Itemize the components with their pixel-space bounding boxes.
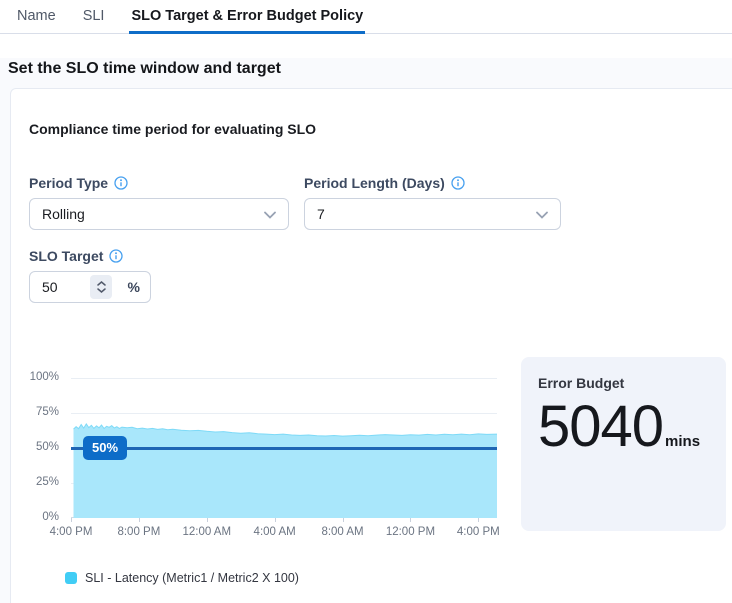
period-type-value: Rolling [42,206,85,222]
tab-bar: Name SLI SLO Target & Error Budget Polic… [0,0,732,34]
period-length-value: 7 [317,206,325,222]
quantity-stepper[interactable] [90,275,112,299]
x-axis-label: 4:00 PM [457,526,500,538]
y-axis-label: 100% [30,371,59,383]
info-icon[interactable] [114,176,128,190]
x-axis-tick [410,518,411,522]
tab-slo-target-error-budget[interactable]: SLO Target & Error Budget Policy [131,0,363,33]
x-axis-label: 12:00 PM [386,526,435,538]
legend-label: SLI - Latency (Metric1 / Metric2 X 100) [85,571,299,585]
period-type-label-row: Period Type [29,175,289,191]
preview-row: 0%25%50%75%100% 50% 4:00 PM8:00 PM12:00 … [29,357,732,585]
period-type-select[interactable]: Rolling [29,198,289,230]
x-axis-tick [275,518,276,522]
page-title: Set the SLO time window and target [8,58,732,80]
chevron-down-icon [264,206,276,222]
x-axis-label: 8:00 PM [117,526,160,538]
chevron-down-icon [536,206,548,222]
error-budget-value: 5040 [538,393,663,460]
threshold-badge: 50% [83,436,127,460]
chart-legend[interactable]: SLI - Latency (Metric1 / Metric2 X 100) [65,571,497,585]
compliance-title: Compliance time period for evaluating SL… [29,121,732,137]
info-icon[interactable] [451,176,465,190]
info-icon[interactable] [109,249,123,263]
x-axis-tick [139,518,140,522]
x-axis-label: 4:00 AM [254,526,296,538]
slo-target-section: Set the SLO time window and target Compl… [0,58,732,603]
slo-target-input[interactable] [42,279,90,295]
threshold-line [71,447,497,450]
error-budget-title: Error Budget [538,375,709,391]
period-type-field: Period Type Rolling [29,175,289,230]
period-type-label: Period Type [29,175,108,191]
error-budget-card: Error Budget 5040 mins [521,357,726,531]
legend-swatch [65,572,77,584]
y-axis: 0%25%50%75%100% [29,378,59,518]
plot-area: 50% 4:00 PM8:00 PM12:00 AM4:00 AM8:00 AM… [71,378,497,518]
y-axis-label: 25% [36,476,59,488]
slo-target-input-group: % [29,271,151,303]
period-length-field: Period Length (Days) 7 [304,175,561,230]
slo-target-label: SLO Target [29,248,103,264]
x-axis-label: 12:00 AM [182,526,231,538]
tab-sli[interactable]: SLI [83,0,105,33]
x-axis-tick [478,518,479,522]
x-axis-tick [343,518,344,522]
tab-name[interactable]: Name [17,0,56,33]
y-axis-label: 0% [42,511,59,523]
period-length-label: Period Length (Days) [304,175,445,191]
chevron-up-icon [97,281,106,286]
period-length-select[interactable]: 7 [304,198,561,230]
period-length-label-row: Period Length (Days) [304,175,561,191]
y-axis-label: 75% [36,406,59,418]
compliance-panel: Compliance time period for evaluating SL… [10,88,732,603]
error-budget-unit: mins [665,433,700,450]
y-axis-label: 50% [36,441,59,453]
x-axis-tick [207,518,208,522]
x-axis-label: 4:00 PM [50,526,93,538]
period-form-row: Period Type Rolling Period Length (Days) [29,175,732,230]
slo-target-label-row: SLO Target [29,248,732,264]
sli-preview-chart: 0%25%50%75%100% 50% 4:00 PM8:00 PM12:00 … [29,378,497,585]
percent-unit-label: % [128,279,140,295]
x-axis-label: 8:00 AM [321,526,363,538]
chevron-down-icon [97,288,106,293]
slo-target-field: SLO Target % [29,248,732,303]
x-axis-tick [71,518,72,522]
